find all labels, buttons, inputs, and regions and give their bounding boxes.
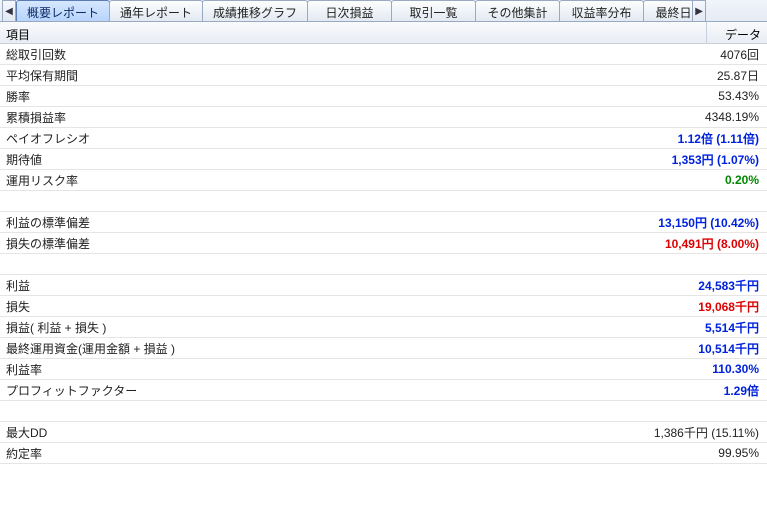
tab-scroll-left[interactable]: ◀ bbox=[2, 0, 16, 21]
row-cumulative-pnl-rate: 累積損益率 4348.19% bbox=[0, 107, 767, 128]
tab-trade-list[interactable]: 取引一覧 bbox=[391, 0, 476, 21]
row-profit-factor: プロフィットファクター 1.29倍 bbox=[0, 380, 767, 401]
value-profit-rate: 110.30% bbox=[48, 362, 767, 376]
label-fill-rate: 約定率 bbox=[0, 445, 48, 462]
tab-other-stats[interactable]: その他集計 bbox=[475, 0, 560, 21]
value-cumulative-pnl-rate: 4348.19% bbox=[72, 110, 767, 124]
row-profit-stddev: 利益の標準偏差 13,150円 (10.42%) bbox=[0, 212, 767, 233]
row-risk-rate: 運用リスク率 0.20% bbox=[0, 170, 767, 191]
row-spacer bbox=[0, 191, 767, 212]
label-profit-stddev: 利益の標準偏差 bbox=[0, 214, 96, 231]
value-profit-stddev: 13,150円 (10.42%) bbox=[96, 214, 767, 231]
value-avg-holding-period: 25.87日 bbox=[84, 67, 767, 84]
label-profit: 利益 bbox=[0, 277, 36, 294]
label-loss-stddev: 損失の標準偏差 bbox=[0, 235, 96, 252]
value-profit-factor: 1.29倍 bbox=[143, 382, 767, 399]
row-loss: 損失 19,068千円 bbox=[0, 296, 767, 317]
value-payoff-ratio: 1.12倍 (1.11倍) bbox=[96, 130, 767, 147]
label-risk-rate: 運用リスク率 bbox=[0, 172, 84, 189]
row-total-trades: 総取引回数 4076回 bbox=[0, 44, 767, 65]
tab-performance-graph[interactable]: 成績推移グラフ bbox=[202, 0, 308, 21]
row-payoff-ratio: ペイオフレシオ 1.12倍 (1.11倍) bbox=[0, 128, 767, 149]
label-profit-rate: 利益率 bbox=[0, 361, 48, 378]
tab-scroll-right[interactable]: ▶ bbox=[692, 0, 706, 21]
row-fill-rate: 約定率 99.95% bbox=[0, 443, 767, 464]
value-win-rate: 53.43% bbox=[36, 89, 767, 103]
value-risk-rate: 0.20% bbox=[84, 173, 767, 187]
tab-return-distribution[interactable]: 収益率分布 bbox=[559, 0, 644, 21]
value-fill-rate: 99.95% bbox=[48, 446, 767, 460]
row-profit-rate: 利益率 110.30% bbox=[0, 359, 767, 380]
tab-final-day[interactable]: 最終日 bbox=[643, 0, 693, 21]
label-net-pnl: 損益( 利益 + 損失 ) bbox=[0, 319, 112, 336]
label-cumulative-pnl-rate: 累積損益率 bbox=[0, 109, 72, 126]
value-loss-stddev: 10,491円 (8.00%) bbox=[96, 235, 767, 252]
value-total-trades: 4076回 bbox=[72, 46, 767, 63]
row-expected-value: 期待値 1,353円 (1.07%) bbox=[0, 149, 767, 170]
row-win-rate: 勝率 53.43% bbox=[0, 86, 767, 107]
value-profit: 24,583千円 bbox=[36, 277, 767, 294]
row-max-dd: 最大DD 1,386千円 (15.11%) bbox=[0, 422, 767, 443]
label-payoff-ratio: ペイオフレシオ bbox=[0, 130, 96, 147]
tab-summary-report[interactable]: 概要レポート bbox=[16, 0, 110, 21]
label-loss: 損失 bbox=[0, 298, 36, 315]
label-final-capital: 最終運用資金(運用金額 + 損益 ) bbox=[0, 340, 181, 357]
value-net-pnl: 5,514千円 bbox=[112, 319, 767, 336]
row-spacer bbox=[0, 401, 767, 422]
tab-yearly-report[interactable]: 通年レポート bbox=[109, 0, 203, 21]
table-body: 総取引回数 4076回 平均保有期間 25.87日 勝率 53.43% 累積損益… bbox=[0, 44, 767, 464]
value-loss: 19,068千円 bbox=[36, 298, 767, 315]
tab-daily-pnl[interactable]: 日次損益 bbox=[307, 0, 392, 21]
row-loss-stddev: 損失の標準偏差 10,491円 (8.00%) bbox=[0, 233, 767, 254]
row-profit: 利益 24,583千円 bbox=[0, 275, 767, 296]
value-final-capital: 10,514千円 bbox=[181, 340, 767, 357]
row-avg-holding-period: 平均保有期間 25.87日 bbox=[0, 65, 767, 86]
label-avg-holding-period: 平均保有期間 bbox=[0, 67, 84, 84]
table-header: 項目 データ bbox=[0, 22, 767, 44]
row-net-pnl: 損益( 利益 + 損失 ) 5,514千円 bbox=[0, 317, 767, 338]
header-item: 項目 bbox=[0, 22, 707, 43]
value-expected-value: 1,353円 (1.07%) bbox=[48, 151, 767, 168]
label-expected-value: 期待値 bbox=[0, 151, 48, 168]
label-total-trades: 総取引回数 bbox=[0, 46, 72, 63]
tab-bar: ◀ 概要レポート 通年レポート 成績推移グラフ 日次損益 取引一覧 その他集計 … bbox=[0, 0, 767, 22]
row-spacer bbox=[0, 254, 767, 275]
value-max-dd: 1,386千円 (15.11%) bbox=[53, 424, 767, 441]
label-profit-factor: プロフィットファクター bbox=[0, 382, 143, 399]
header-data: データ bbox=[707, 22, 767, 43]
label-win-rate: 勝率 bbox=[0, 88, 36, 105]
label-max-dd: 最大DD bbox=[0, 424, 53, 441]
row-final-capital: 最終運用資金(運用金額 + 損益 ) 10,514千円 bbox=[0, 338, 767, 359]
